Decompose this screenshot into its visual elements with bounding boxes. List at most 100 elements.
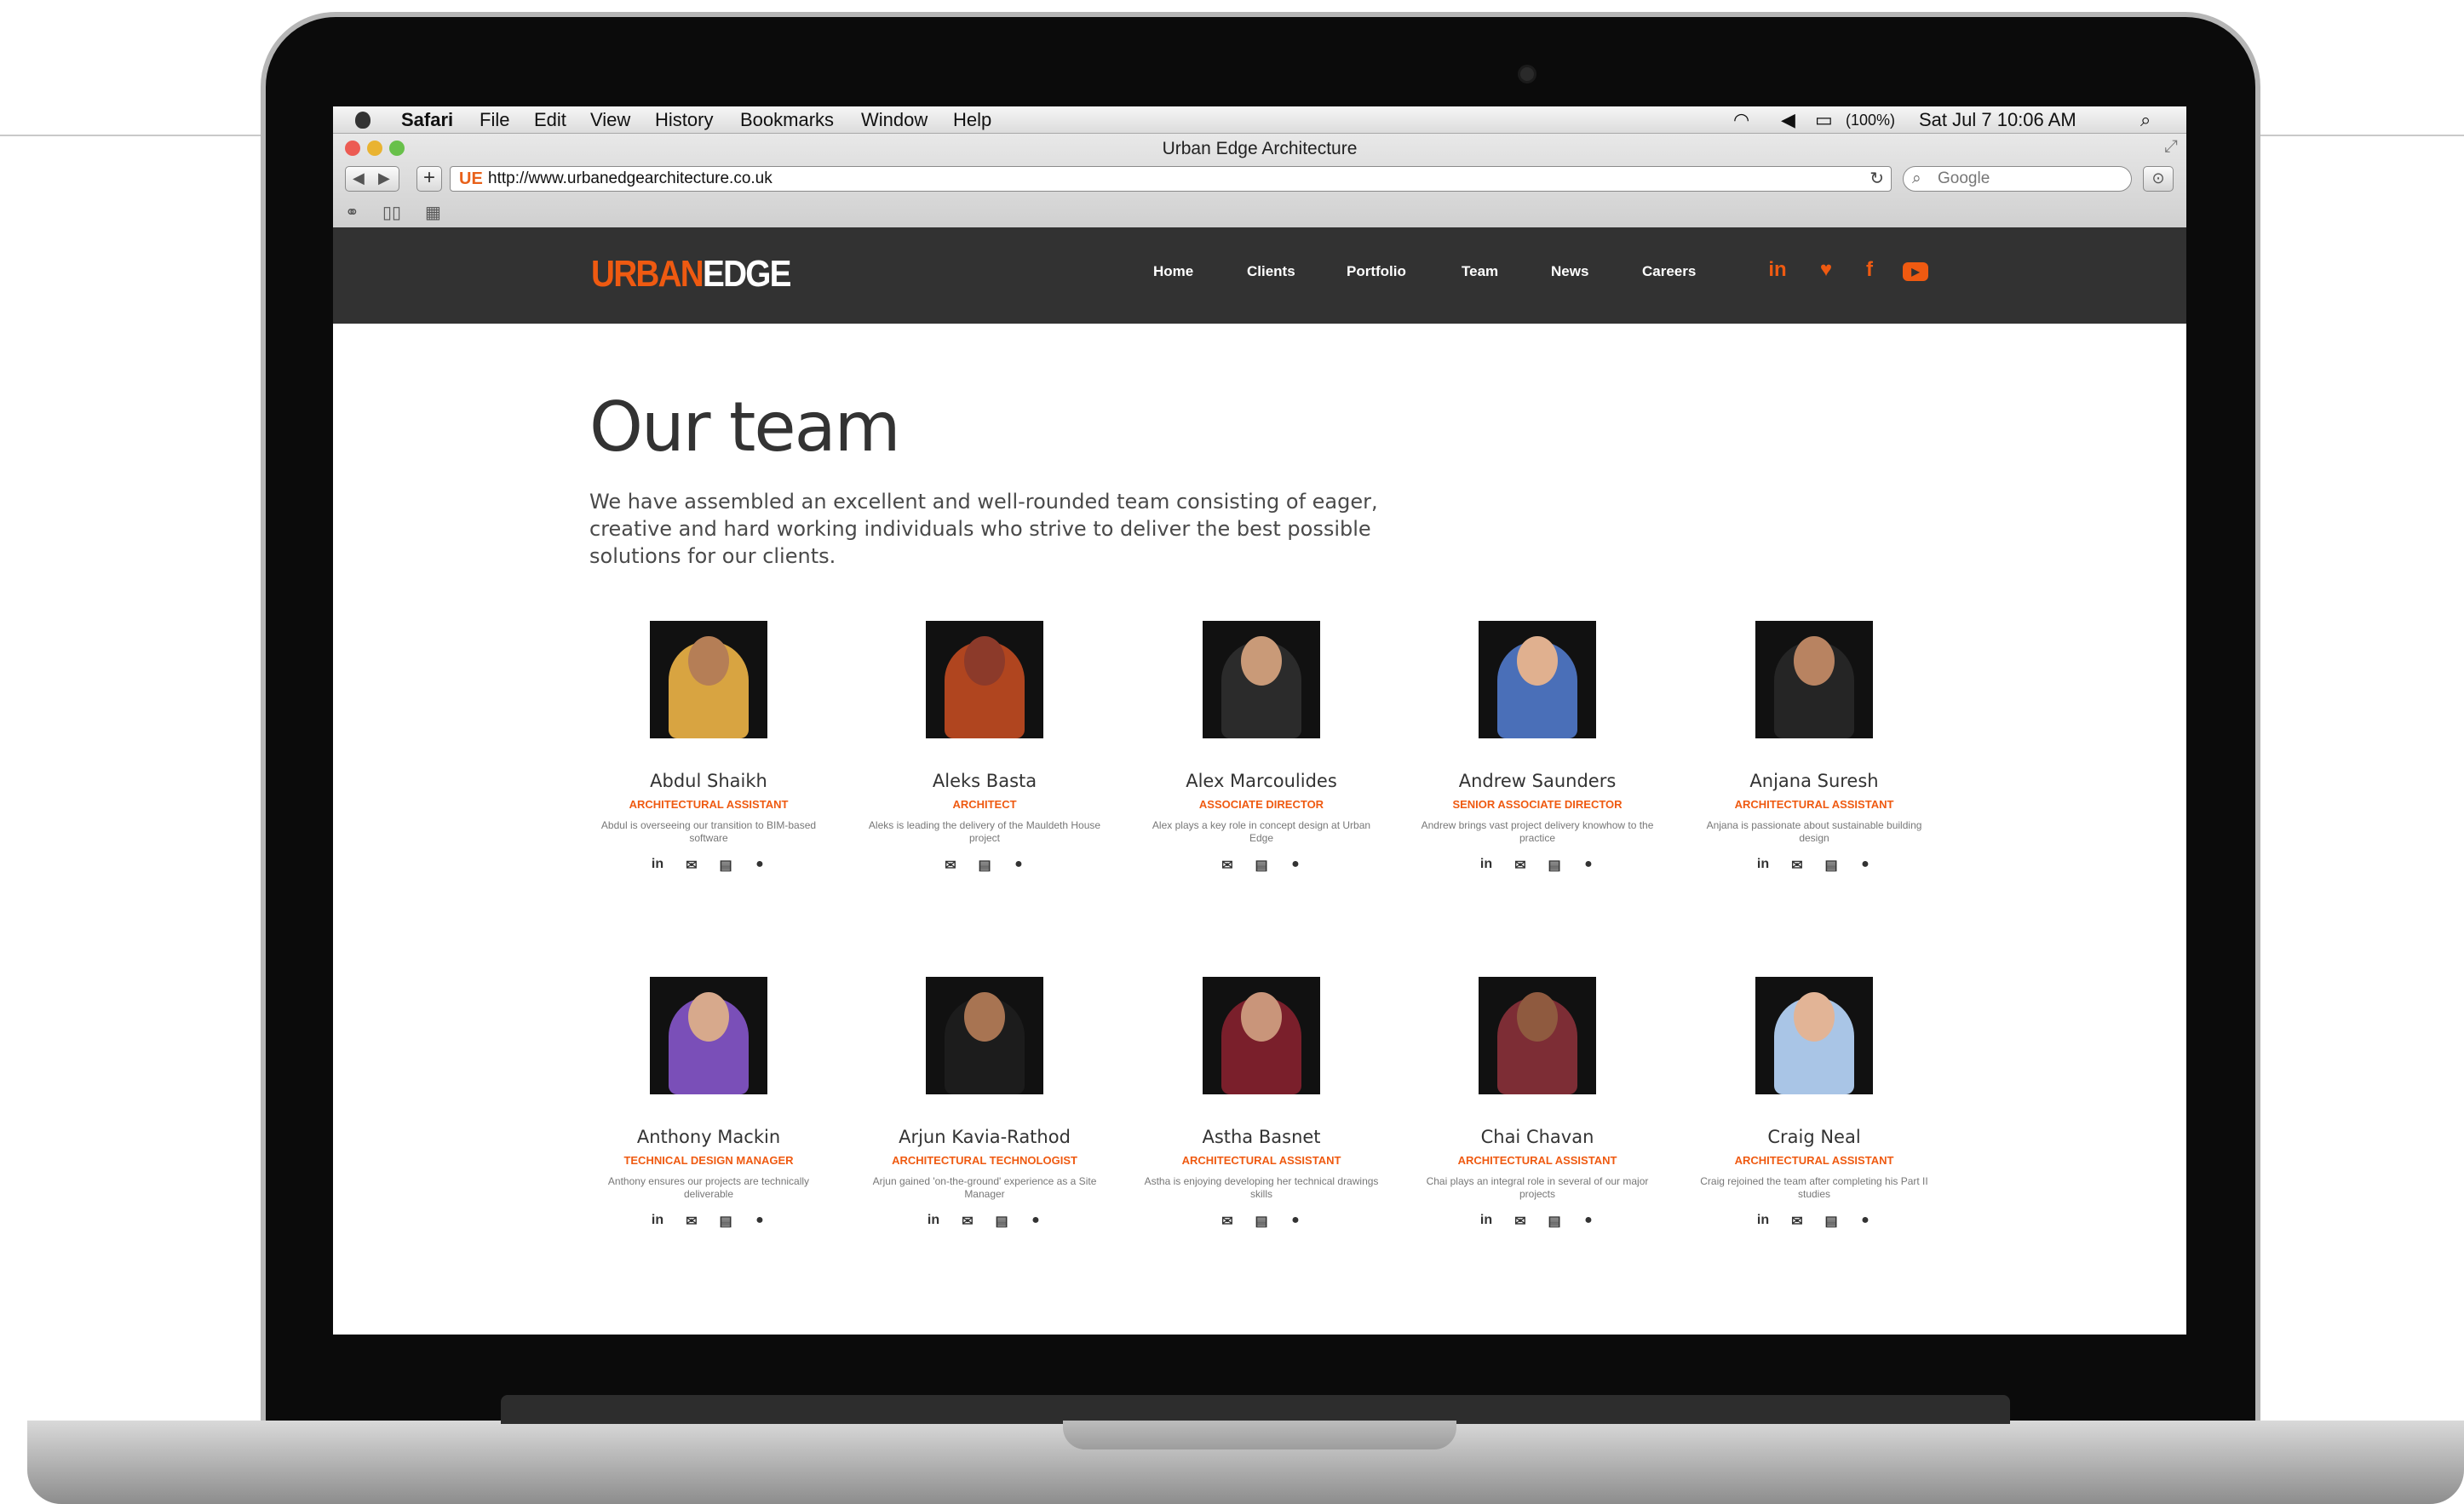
search-icon: ⌕ — [1912, 169, 1921, 187]
profile-icon[interactable]: ● — [752, 1213, 767, 1230]
profile-icon[interactable]: ● — [1858, 857, 1873, 874]
forward-arrow-icon[interactable]: ▶ — [378, 169, 390, 187]
site-favicon: UE — [459, 169, 483, 188]
vcard-icon[interactable]: ▤ — [994, 1213, 1009, 1230]
back-arrow-icon[interactable]: ◀ — [353, 169, 365, 187]
linkedin-icon[interactable]: in — [650, 1213, 665, 1230]
address-bar[interactable]: UE http://www.urbanedgearchitecture.co.u… — [450, 166, 1892, 192]
email-icon[interactable]: ✉ — [684, 857, 699, 874]
profile-icon[interactable]: ● — [1288, 1213, 1303, 1230]
nav-team[interactable]: Team — [1462, 263, 1498, 280]
team-member-photo[interactable] — [1203, 977, 1320, 1094]
reading-list-icon[interactable]: ⚭ — [345, 202, 359, 223]
team-member-role: ARCHITECTURAL ASSISTANT — [1181, 1154, 1341, 1167]
apple-icon[interactable] — [355, 112, 370, 129]
profile-icon[interactable]: ● — [1028, 1213, 1043, 1230]
team-member-photo[interactable] — [650, 621, 767, 738]
team-member-card[interactable]: Aleks Basta ARCHITECT Aleks is leading the… — [857, 621, 1112, 874]
nav-clients[interactable]: Clients — [1247, 263, 1295, 280]
email-icon[interactable]: ✉ — [684, 1213, 699, 1230]
team-member-photo[interactable] — [926, 621, 1043, 738]
battery-icon[interactable]: ▭ — [1815, 109, 1833, 131]
team-member-card[interactable]: Anthony Mackin TECHNICAL DESIGN MANAGER An… — [581, 977, 836, 1230]
vcard-icon[interactable]: ▤ — [1254, 1213, 1269, 1230]
site-logo[interactable]: URBANEDGE — [591, 253, 791, 296]
team-member-photo[interactable] — [1755, 977, 1873, 1094]
email-icon[interactable]: ✉ — [1513, 857, 1528, 874]
email-icon[interactable]: ✉ — [1220, 857, 1235, 874]
nav-portfolio[interactable]: Portfolio — [1347, 263, 1406, 280]
linkedin-icon[interactable]: in — [926, 1213, 941, 1230]
team-member-card[interactable]: Chai Chavan ARCHITECTURAL ASSISTANT Chai p… — [1410, 977, 1665, 1230]
vcard-icon[interactable]: ▤ — [1254, 857, 1269, 874]
back-forward-buttons[interactable]: ◀ ▶ — [345, 166, 399, 192]
menu-edit[interactable]: Edit — [534, 109, 566, 131]
fullscreen-icon[interactable]: ⤢ — [2164, 137, 2178, 157]
profile-icon[interactable]: ● — [752, 857, 767, 874]
address-url[interactable]: http://www.urbanedgearchitecture.co.uk — [488, 167, 773, 191]
bookmarks-book-icon[interactable]: ▯▯ — [382, 202, 401, 223]
mac-menubar: Safari File Edit View History Bookmarks … — [333, 106, 2186, 134]
menu-view[interactable]: View — [590, 109, 630, 131]
team-member-name: Chai Chavan — [1480, 1127, 1594, 1147]
linkedin-icon[interactable]: in — [1755, 1213, 1771, 1230]
downloads-button[interactable]: ⊙ — [2143, 166, 2174, 192]
vcard-icon[interactable]: ▤ — [718, 857, 733, 874]
team-member-card[interactable]: Arjun Kavia-Rathod ARCHITECTURAL TECHNOLO… — [857, 977, 1112, 1230]
reload-icon[interactable]: ↻ — [1870, 167, 1884, 191]
nav-news[interactable]: News — [1551, 263, 1588, 280]
email-icon[interactable]: ✉ — [943, 857, 958, 874]
team-member-photo[interactable] — [1479, 977, 1596, 1094]
menubar-datetime[interactable]: Sat Jul 7 10:06 AM — [1919, 109, 2076, 131]
vcard-icon[interactable]: ▤ — [718, 1213, 733, 1230]
team-member-photo[interactable] — [1203, 621, 1320, 738]
linkedin-icon[interactable]: in — [1479, 857, 1494, 874]
profile-icon[interactable]: ● — [1288, 857, 1303, 874]
vcard-icon[interactable]: ▤ — [1547, 857, 1562, 874]
email-icon[interactable]: ✉ — [1220, 1213, 1235, 1230]
menu-app[interactable]: Safari — [401, 109, 453, 131]
nav-home[interactable]: Home — [1153, 263, 1193, 280]
email-icon[interactable]: ✉ — [1789, 1213, 1805, 1230]
vcard-icon[interactable]: ▤ — [1824, 857, 1839, 874]
team-member-card[interactable]: Alex Marcoulides ASSOCIATE DIRECTOR Alex p… — [1134, 621, 1389, 874]
vcard-icon[interactable]: ▤ — [1824, 1213, 1839, 1230]
vcard-icon[interactable]: ▤ — [977, 857, 992, 874]
team-member-card[interactable]: Astha Basnet ARCHITECTURAL ASSISTANT Astha… — [1134, 977, 1389, 1230]
search-field[interactable]: ⌕ Google — [1903, 166, 2132, 192]
email-icon[interactable]: ✉ — [960, 1213, 975, 1230]
menu-help[interactable]: Help — [953, 109, 991, 131]
wifi-icon[interactable]: ◠ — [1733, 109, 1749, 131]
menu-file[interactable]: File — [480, 109, 509, 131]
profile-icon[interactable]: ● — [1858, 1213, 1873, 1230]
menu-window[interactable]: Window — [861, 109, 928, 131]
linkedin-icon[interactable]: in — [1479, 1213, 1494, 1230]
volume-icon[interactable]: ◀ — [1781, 109, 1795, 131]
team-member-photo[interactable] — [1479, 621, 1596, 738]
email-icon[interactable]: ✉ — [1789, 857, 1805, 874]
profile-icon[interactable]: ● — [1581, 857, 1596, 874]
facebook-icon[interactable]: f — [1858, 258, 1881, 282]
linkedin-icon[interactable]: in — [1755, 857, 1771, 874]
team-member-photo[interactable] — [650, 977, 767, 1094]
email-icon[interactable]: ✉ — [1513, 1213, 1528, 1230]
profile-icon[interactable]: ● — [1011, 857, 1026, 874]
vcard-icon[interactable]: ▤ — [1547, 1213, 1562, 1230]
team-member-card[interactable]: Abdul Shaikh ARCHITECTURAL ASSISTANT Abdul… — [581, 621, 836, 874]
linkedin-icon[interactable]: in — [1766, 258, 1789, 282]
team-member-card[interactable]: Anjana Suresh ARCHITECTURAL ASSISTANT Anja… — [1686, 621, 1942, 874]
youtube-icon[interactable]: ▶ — [1903, 262, 1928, 281]
top-sites-grid-icon[interactable]: ▦ — [425, 202, 441, 223]
team-member-photo[interactable] — [926, 977, 1043, 1094]
nav-careers[interactable]: Careers — [1642, 263, 1696, 280]
profile-icon[interactable]: ● — [1581, 1213, 1596, 1230]
twitter-icon[interactable]: ♥ — [1814, 258, 1838, 282]
team-member-card[interactable]: Craig Neal ARCHITECTURAL ASSISTANT Craig r… — [1686, 977, 1942, 1230]
linkedin-icon[interactable]: in — [650, 857, 665, 874]
team-member-card[interactable]: Andrew Saunders SENIOR ASSOCIATE DIRECTOR… — [1410, 621, 1665, 874]
add-bookmark-button[interactable]: + — [416, 166, 442, 192]
menu-bookmarks[interactable]: Bookmarks — [740, 109, 834, 131]
team-member-photo[interactable] — [1755, 621, 1873, 738]
menu-history[interactable]: History — [655, 109, 713, 131]
spotlight-search-icon[interactable]: ⌕ — [2140, 109, 2151, 131]
